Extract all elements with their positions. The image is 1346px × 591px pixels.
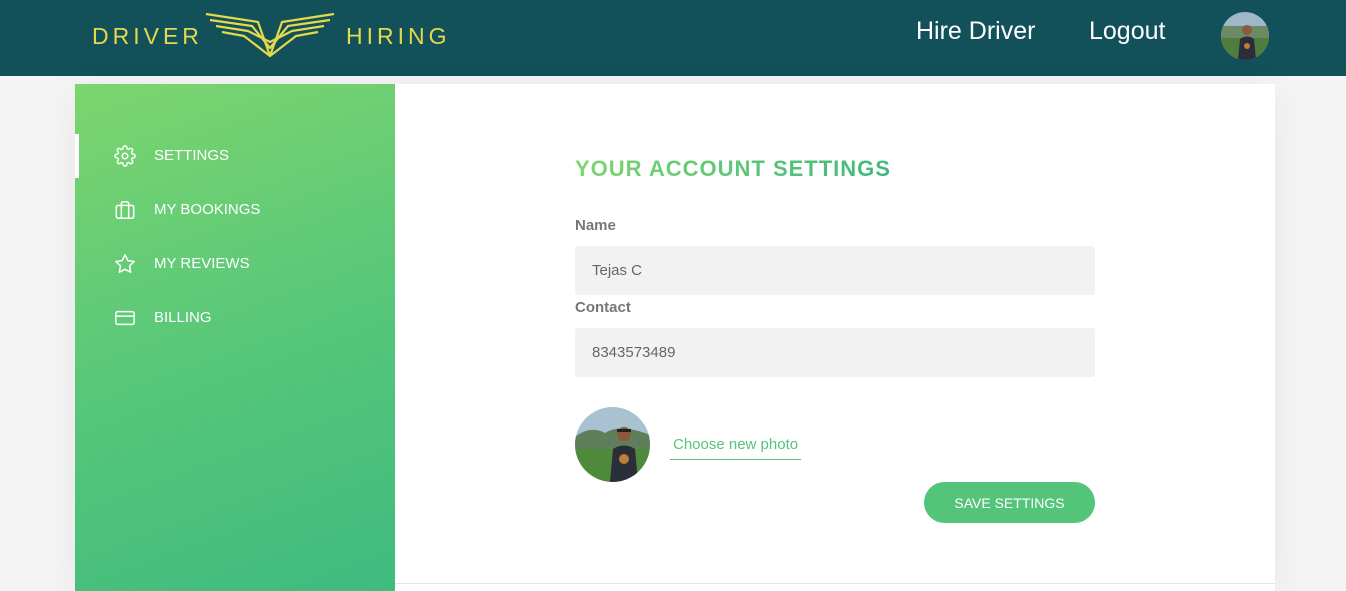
name-label: Name <box>575 217 616 234</box>
hire-driver-link[interactable]: Hire Driver <box>916 17 1035 46</box>
gear-icon <box>114 145 136 167</box>
sidebar-item-label: Settings <box>154 147 230 164</box>
page-title: Your account settings <box>575 156 891 181</box>
contact-field[interactable] <box>575 328 1095 377</box>
logout-link[interactable]: Logout <box>1089 17 1165 46</box>
settings-panel: Your account settings Name Contact Choos… <box>395 84 1275 591</box>
sidebar-item-billing[interactable]: Billing <box>75 296 395 340</box>
sidebar-item-settings[interactable]: Settings <box>75 134 395 178</box>
sidebar-item-label: My bookings <box>154 201 261 218</box>
credit-card-icon <box>115 310 135 326</box>
sidebar-item-my-bookings[interactable]: My bookings <box>75 188 395 232</box>
avatar-photo-icon <box>1221 12 1269 60</box>
name-field[interactable] <box>575 246 1095 295</box>
choose-photo-link[interactable]: Choose new photo <box>670 436 802 460</box>
contact-label: Contact <box>575 299 631 316</box>
divider <box>395 583 1275 584</box>
account-card: Settings My bookings My reviews Billing … <box>75 84 1275 591</box>
sidebar-item-label: My reviews <box>154 255 250 272</box>
profile-photo-icon <box>575 407 650 482</box>
sidebar-item-my-reviews[interactable]: My reviews <box>75 242 395 286</box>
brand-word-left: DRIVER <box>92 23 203 49</box>
sidebar-item-label: Billing <box>154 309 212 326</box>
top-navbar: DRIVER HIRING Hire Driver Logout <box>0 0 1346 76</box>
photo-preview <box>575 407 650 482</box>
wings-logo-icon <box>205 12 335 58</box>
save-settings-button[interactable]: Save settings <box>924 482 1095 523</box>
brand-logo[interactable]: DRIVER HIRING <box>90 12 450 60</box>
sidebar: Settings My bookings My reviews Billing <box>75 84 395 591</box>
briefcase-icon <box>115 201 135 219</box>
user-avatar[interactable] <box>1221 12 1269 60</box>
star-icon <box>115 254 135 274</box>
brand-word-right: HIRING <box>346 23 451 49</box>
